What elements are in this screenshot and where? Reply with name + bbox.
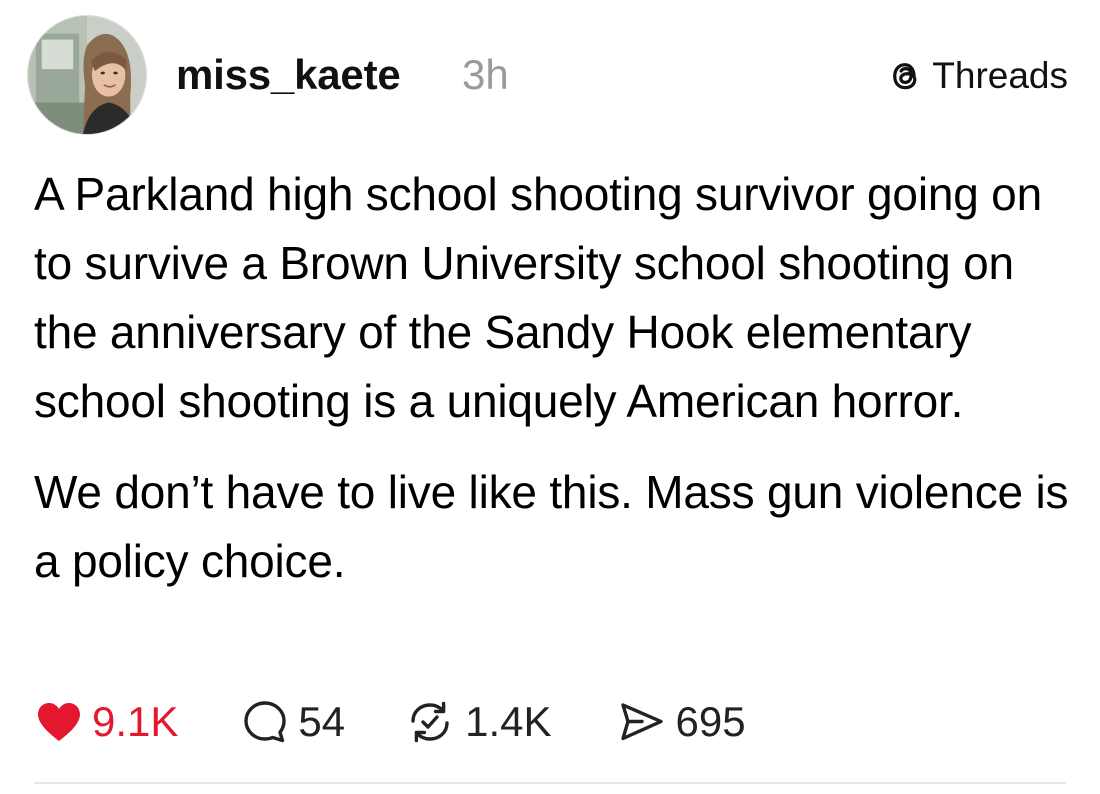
avatar-photo <box>28 16 146 134</box>
repost-count: 1.4K <box>465 698 552 745</box>
post-body: A Parkland high school shooting survivor… <box>34 160 1074 596</box>
like-count: 9.1K <box>92 698 179 745</box>
send-icon <box>620 703 663 741</box>
comment-bubble-icon <box>244 701 287 743</box>
share-count: 695 <box>675 698 746 745</box>
reply-button[interactable]: 54 <box>242 696 345 748</box>
divider <box>34 782 1066 784</box>
threads-post: miss_kaete 3h Threads A Parkland high sc… <box>0 0 1100 794</box>
post-paragraph: A Parkland high school shooting survivor… <box>34 168 1042 427</box>
post-paragraph: We don’t have to live like this. Mass gu… <box>34 466 1069 587</box>
heart-filled-icon <box>38 703 80 741</box>
reply-count: 54 <box>298 698 346 745</box>
share-button[interactable]: 695 <box>618 696 746 748</box>
username[interactable]: miss_kaete <box>176 50 401 100</box>
like-button[interactable]: 9.1K <box>36 696 178 748</box>
repost-button[interactable]: 1.4K <box>405 696 552 748</box>
action-bar: 9.1K 54 1.4K 695 <box>36 696 746 748</box>
repost-icon <box>411 701 449 743</box>
avatar[interactable] <box>27 15 147 135</box>
threads-logo-icon <box>893 63 917 90</box>
post-time: 3h <box>462 51 509 98</box>
threads-brand: Threads <box>886 53 1068 99</box>
threads-brand-label: Threads <box>932 55 1068 96</box>
